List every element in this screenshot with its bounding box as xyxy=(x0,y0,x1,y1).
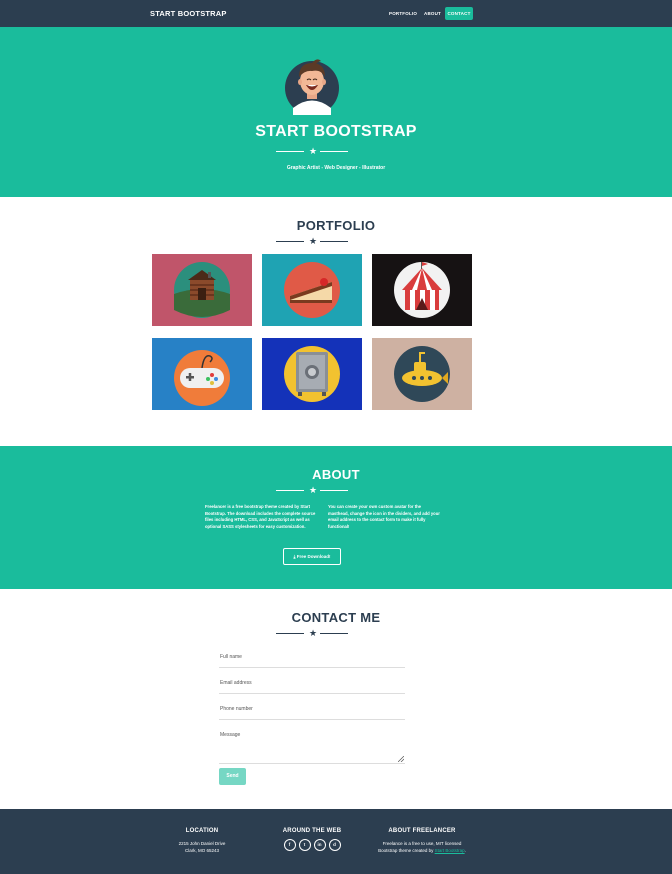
address-line-1: 2215 John Daniel Drive xyxy=(178,841,226,846)
star-icon: ★ xyxy=(308,146,318,156)
cake-icon xyxy=(284,262,340,318)
submarine-icon xyxy=(394,346,450,402)
email-field[interactable]: Email address xyxy=(219,680,405,694)
download-icon: ⤓ xyxy=(293,554,296,559)
about-line-2: Bootstrap theme created by xyxy=(378,848,435,853)
address: 2215 John Daniel Drive Clark, MO 65243 xyxy=(162,840,242,854)
linkedin-icon[interactable]: in xyxy=(313,839,326,851)
dribbble-icon[interactable]: d xyxy=(328,839,341,851)
brand-link[interactable]: START BOOTSTRAP xyxy=(150,9,227,18)
twitter-icon[interactable]: t xyxy=(298,839,311,851)
about-divider: ★ xyxy=(0,485,672,496)
location-title: LOCATION xyxy=(185,828,219,834)
footer-about: ABOUT FREELANCER Freelance is a free to … xyxy=(362,828,482,854)
portfolio-item-game-controller[interactable] xyxy=(152,338,252,410)
about-freelancer-title: ABOUT FREELANCER xyxy=(388,828,456,834)
contact-divider: ★ xyxy=(0,628,672,639)
cabin-icon xyxy=(174,262,230,318)
masthead-divider: ★ xyxy=(0,146,672,157)
about-section: ABOUT ★ Freelancer is a free bootstrap t… xyxy=(0,446,672,589)
email-placeholder: Email address xyxy=(220,680,252,686)
portfolio-item-cabin[interactable] xyxy=(152,254,252,326)
footer-social: AROUND THE WEB f t in d xyxy=(272,828,352,851)
download-label: Free Download! xyxy=(296,554,331,559)
contact-title: CONTACT ME xyxy=(291,610,381,625)
social-links: f t in d xyxy=(272,839,352,851)
navbar: START BOOTSTRAP PORTFOLIO ABOUT CONTACT xyxy=(0,0,672,27)
about-title: ABOUT xyxy=(312,467,360,482)
divider-line xyxy=(320,151,348,152)
star-icon: ★ xyxy=(308,628,318,638)
masthead: START BOOTSTRAP ★ Graphic Artist - Web D… xyxy=(0,27,672,197)
circus-tent-icon xyxy=(394,262,450,318)
masthead-title: START BOOTSTRAP xyxy=(255,123,417,140)
message-field[interactable]: Message xyxy=(219,732,405,764)
portfolio-item-cake[interactable] xyxy=(262,254,362,326)
portfolio-item-safe[interactable] xyxy=(262,338,362,410)
about-freelancer-text: Freelance is a free to use, MIT licensed… xyxy=(362,840,482,854)
game-controller-icon xyxy=(174,350,230,406)
avatar xyxy=(285,59,339,115)
address-line-2: Clark, MO 65243 xyxy=(184,848,219,853)
phone-field[interactable]: Phone number xyxy=(219,706,405,720)
divider-line xyxy=(320,241,348,242)
full-name-field[interactable]: Full name xyxy=(219,654,405,668)
divider-line xyxy=(276,151,304,152)
about-text-right: You can create your own custom avatar fo… xyxy=(328,504,440,529)
full-name-placeholder: Full name xyxy=(220,654,242,660)
about-line-end: . xyxy=(464,848,466,853)
footer-location: LOCATION 2215 John Daniel Drive Clark, M… xyxy=(162,828,242,854)
portfolio-divider: ★ xyxy=(0,236,672,247)
portfolio-title: PORTFOLIO xyxy=(296,218,376,233)
divider-line xyxy=(276,633,304,634)
about-text-left: Freelancer is a free bootstrap theme cre… xyxy=(205,504,316,529)
free-download-button[interactable]: ⤓ Free Download! xyxy=(283,548,341,565)
divider-line xyxy=(276,490,304,491)
divider-line xyxy=(276,241,304,242)
nav-about-link[interactable]: ABOUT xyxy=(424,11,441,16)
start-bootstrap-link[interactable]: Start Bootstrap xyxy=(435,848,465,853)
send-button[interactable]: Send xyxy=(219,768,246,785)
portfolio-item-submarine[interactable] xyxy=(372,338,472,410)
about-line-1: Freelance is a free to use, MIT licensed xyxy=(382,841,462,846)
resize-grip-icon[interactable] xyxy=(398,756,404,762)
nav-contact-link[interactable]: CONTACT xyxy=(445,7,473,20)
footer: LOCATION 2215 John Daniel Drive Clark, M… xyxy=(0,809,672,874)
divider-line xyxy=(320,490,348,491)
around-web-title: AROUND THE WEB xyxy=(282,828,342,834)
star-icon: ★ xyxy=(308,236,318,246)
portfolio-item-circus[interactable] xyxy=(372,254,472,326)
safe-icon xyxy=(284,346,340,402)
masthead-subtitle: Graphic Artist - Web Designer - Illustra… xyxy=(286,165,386,171)
facebook-icon[interactable]: f xyxy=(283,839,296,851)
star-icon: ★ xyxy=(308,485,318,495)
message-placeholder: Message xyxy=(220,732,241,738)
nav-portfolio-link[interactable]: PORTFOLIO xyxy=(389,11,417,16)
phone-placeholder: Phone number xyxy=(220,706,253,712)
divider-line xyxy=(320,633,348,634)
